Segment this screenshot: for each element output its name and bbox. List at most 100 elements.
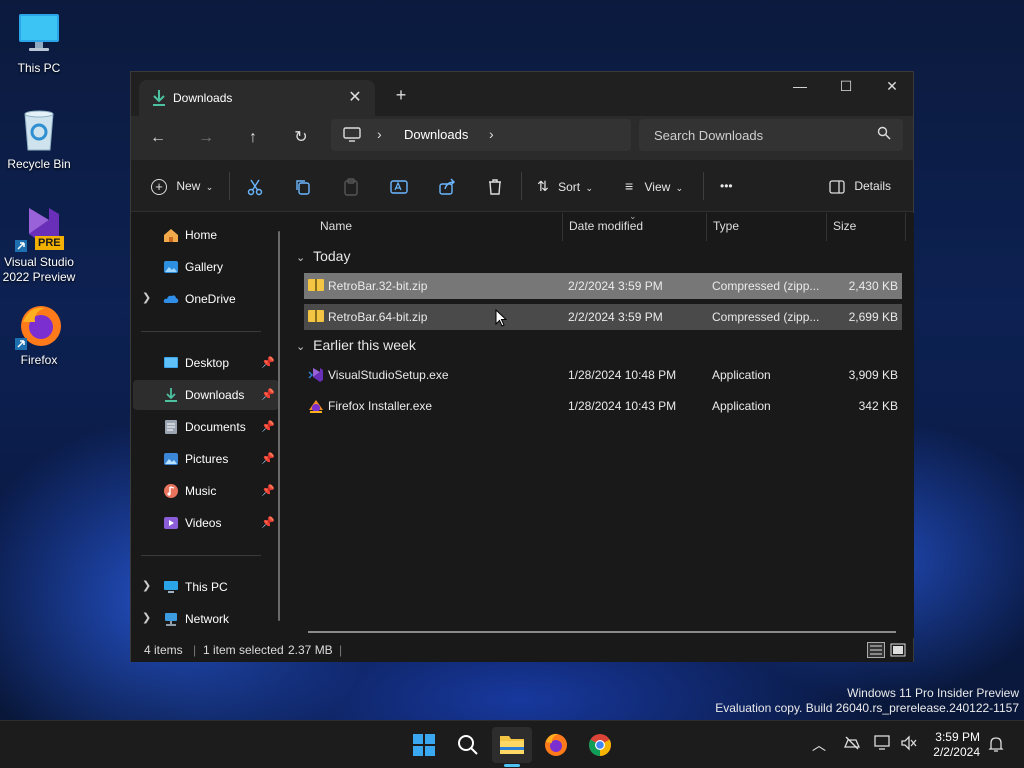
plus-circle-icon: +: [151, 178, 167, 195]
tiles-view-icon[interactable]: [890, 642, 906, 661]
monitor-status-icon[interactable]: [874, 735, 892, 754]
sidebar-item-music[interactable]: Music 📌: [133, 476, 279, 506]
downloads-icon: [163, 387, 179, 403]
pin-icon: 📌: [261, 421, 275, 433]
sidebar-item-gallery[interactable]: Gallery: [133, 252, 279, 282]
new-tab-button[interactable]: +: [389, 84, 413, 108]
sidebar-item-label: Downloads: [185, 388, 245, 402]
group-header-today[interactable]: ⌄ Today: [296, 248, 350, 264]
sidebar-item-onedrive[interactable]: ❯ OneDrive: [133, 284, 279, 314]
file-row[interactable]: RetroBar.64-bit.zip 2/2/2024 3:59 PM Com…: [304, 304, 902, 330]
file-row[interactable]: RetroBar.32-bit.zip 2/2/2024 3:59 PM Com…: [304, 273, 902, 299]
tab-close-button[interactable]: ✕: [343, 86, 367, 110]
maximize-button[interactable]: ☐: [823, 72, 869, 102]
notification-bell-icon[interactable]: [988, 735, 1004, 756]
search-button[interactable]: [448, 727, 488, 763]
rename-button[interactable]: [390, 174, 408, 198]
trash-icon: [489, 179, 501, 195]
share-button[interactable]: [438, 174, 456, 198]
refresh-icon[interactable]: ↻: [286, 124, 316, 152]
taskbar-firefox[interactable]: [536, 727, 576, 763]
details-view-icon[interactable]: [867, 642, 885, 661]
file-list: Name Date modified Type Size ⌄ ⌄ Today R…: [288, 211, 914, 638]
desktop-icon-firefox[interactable]: Firefox: [1, 302, 77, 368]
recycle-bin-icon: [15, 106, 63, 154]
zip-folder-icon: [308, 278, 324, 295]
view-lines-icon: ≡: [625, 178, 634, 194]
show-hidden-icons-chevron-icon[interactable]: ︿: [812, 735, 826, 755]
network-disconnected-icon[interactable]: [843, 735, 861, 754]
file-type: Compressed (zipp...: [712, 310, 820, 324]
column-header-size[interactable]: Size: [827, 213, 906, 241]
delete-button[interactable]: [486, 174, 504, 198]
sidebar-item-label: Gallery: [185, 260, 224, 274]
desktop-icon-recycle-bin[interactable]: Recycle Bin: [1, 106, 77, 172]
breadcrumb-current[interactable]: Downloads: [404, 127, 468, 142]
sidebar-scrollbar[interactable]: [278, 231, 280, 621]
taskbar-chrome[interactable]: [580, 727, 620, 763]
address-bar[interactable]: › Downloads ›: [331, 119, 631, 151]
file-size: 3,909 KB: [848, 368, 898, 382]
group-header-earlier-this-week[interactable]: ⌄ Earlier this week: [296, 337, 416, 353]
chevron-right-icon[interactable]: ❯: [142, 579, 151, 592]
chevron-right-icon[interactable]: ❯: [142, 291, 151, 304]
breadcrumb-separator-icon[interactable]: ›: [377, 126, 382, 142]
firefox-installer-icon: [308, 398, 324, 417]
start-button[interactable]: [404, 727, 444, 763]
firefox-icon: [15, 302, 63, 350]
view-button[interactable]: ≡ View ⌄: [625, 174, 683, 198]
sidebar-item-this-pc[interactable]: ❯ This PC: [133, 572, 279, 602]
copy-button[interactable]: [294, 174, 312, 198]
sidebar-item-home[interactable]: Home: [133, 220, 279, 250]
details-pane-button[interactable]: Details: [829, 174, 891, 198]
search-input[interactable]: Search Downloads: [654, 128, 763, 143]
paste-button[interactable]: [342, 174, 360, 198]
sidebar-item-network[interactable]: ❯ Network: [133, 604, 279, 634]
tab-downloads[interactable]: Downloads ✕: [139, 80, 375, 116]
new-label: New: [176, 179, 201, 193]
this-pc-icon: [15, 10, 63, 58]
sidebar-item-videos[interactable]: Videos 📌: [133, 508, 279, 538]
gallery-icon: [163, 259, 179, 275]
new-button[interactable]: + New ⌄: [151, 174, 213, 198]
file-row[interactable]: VisualStudioSetup.exe 1/28/2024 10:48 PM…: [304, 362, 902, 388]
clock-time: 3:59 PM: [935, 730, 980, 744]
download-arrow-icon: [151, 89, 167, 107]
volume-muted-icon[interactable]: [900, 735, 918, 754]
minimize-button[interactable]: —: [777, 72, 823, 102]
file-explorer-icon: [500, 736, 524, 754]
pictures-icon: [163, 451, 179, 467]
horizontal-scrollbar[interactable]: [308, 631, 896, 633]
column-header-type[interactable]: Type: [707, 213, 827, 241]
copy-icon: [296, 180, 310, 195]
monitor-icon[interactable]: [343, 127, 361, 143]
close-window-button[interactable]: ✕: [869, 72, 915, 102]
sidebar-item-desktop[interactable]: Desktop 📌: [133, 348, 279, 378]
sidebar-item-documents[interactable]: Documents 📌: [133, 412, 279, 442]
desktop-icon-label: Recycle Bin: [7, 157, 71, 171]
more-options-icon[interactable]: •••: [720, 174, 733, 198]
chevron-right-icon[interactable]: ❯: [142, 611, 151, 624]
breadcrumb-separator-icon[interactable]: ›: [489, 126, 494, 142]
navigation-pane: Home Gallery ❯ OneDrive Desktop 📌 Downlo…: [131, 213, 287, 638]
file-row[interactable]: Firefox Installer.exe 1/28/2024 10:43 PM…: [304, 393, 902, 419]
pin-icon: 📌: [261, 357, 275, 369]
onedrive-icon: [163, 291, 179, 307]
desktop-icon-this-pc[interactable]: This PC: [1, 10, 77, 76]
system-clock[interactable]: 3:59 PM 2/2/2024: [933, 730, 980, 760]
column-header-name[interactable]: Name: [314, 213, 563, 241]
taskbar-file-explorer[interactable]: [492, 727, 532, 767]
status-divider: |: [193, 643, 197, 657]
up-arrow-icon[interactable]: ↑: [238, 124, 268, 152]
desktop-icon-visual-studio[interactable]: PRE Visual Studio 2022 Preview: [1, 204, 77, 285]
sidebar-item-pictures[interactable]: Pictures 📌: [133, 444, 279, 474]
network-icon: [163, 611, 179, 627]
sidebar-item-downloads[interactable]: Downloads 📌: [133, 380, 279, 410]
back-arrow-icon[interactable]: ←: [143, 124, 173, 152]
pin-icon: 📌: [261, 453, 275, 465]
search-box[interactable]: Search Downloads: [639, 119, 903, 151]
forward-arrow-icon[interactable]: →: [191, 124, 221, 152]
cut-button[interactable]: [246, 174, 264, 198]
clock-date: 2/2/2024: [933, 745, 980, 759]
sort-button[interactable]: ⇅ Sort ⌄: [537, 174, 593, 198]
